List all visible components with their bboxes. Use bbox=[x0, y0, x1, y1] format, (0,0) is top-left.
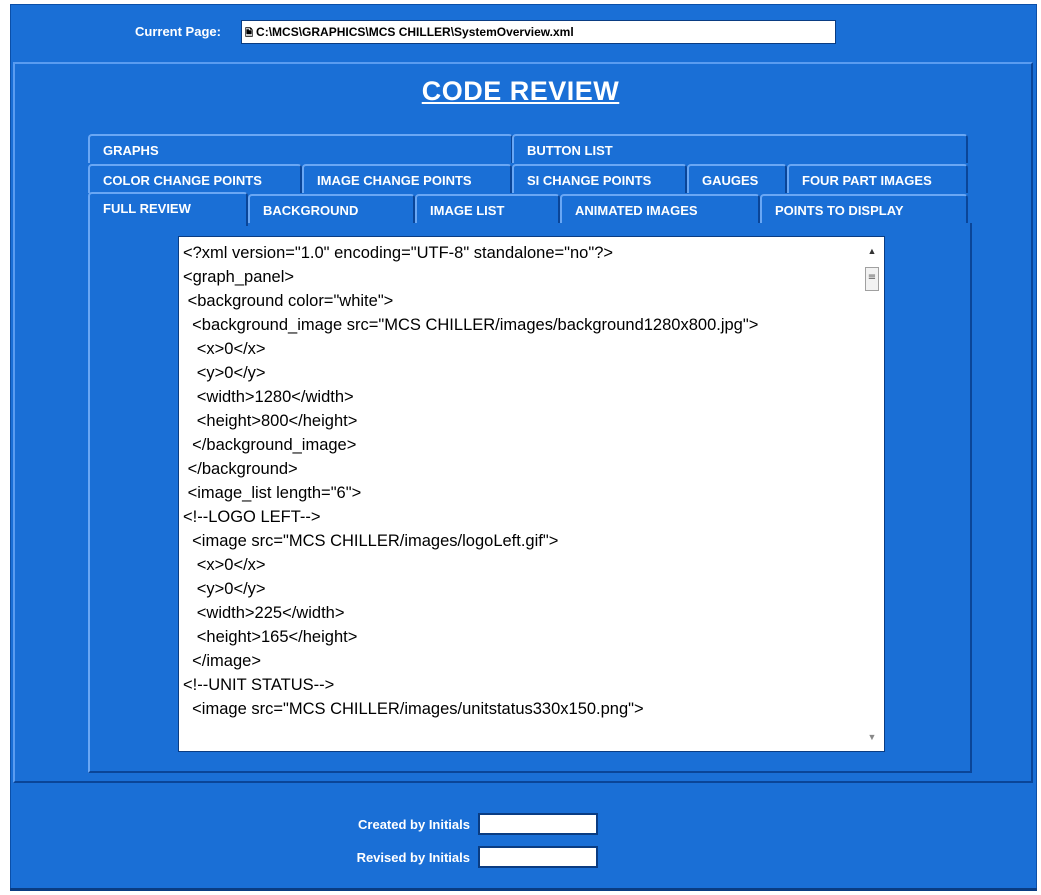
scroll-down-arrow-icon[interactable]: ▼ bbox=[860, 729, 884, 745]
created-by-initials-label: Created by Initials bbox=[358, 817, 470, 832]
tab-image-list[interactable]: IMAGE LIST bbox=[415, 194, 560, 223]
tab-si-change-points[interactable]: SI CHANGE POINTS bbox=[512, 164, 687, 193]
scroll-up-arrow-icon[interactable]: ▲ bbox=[860, 243, 884, 259]
current-page-label: Current Page: bbox=[135, 24, 221, 39]
tab-color-change-points[interactable]: COLOR CHANGE POINTS bbox=[88, 164, 302, 193]
tab-button-list[interactable]: BUTTON LIST bbox=[512, 134, 968, 163]
tab-animated-images[interactable]: ANIMATED IMAGES bbox=[560, 194, 760, 223]
vertical-scrollbar[interactable]: ▲ ≡ ▼ bbox=[860, 237, 884, 751]
xml-code-text: <?xml version="1.0" encoding="UTF-8" sta… bbox=[183, 244, 759, 718]
current-page-field[interactable]: 🗎 C:\MCS\GRAPHICS\MCS CHILLER\SystemOverv… bbox=[241, 20, 836, 44]
tab-full-review[interactable]: FULL REVIEW bbox=[88, 192, 248, 226]
document-icon: 🗎 bbox=[245, 28, 254, 39]
tab-four-part-images[interactable]: FOUR PART IMAGES bbox=[787, 164, 968, 193]
tab-points-to-display[interactable]: POINTS TO DISPLAY bbox=[760, 194, 968, 223]
window-bottom-border bbox=[10, 888, 1037, 891]
current-page-path: C:\MCS\GRAPHICS\MCS CHILLER\SystemOvervi… bbox=[256, 25, 574, 39]
tab-graphs[interactable]: GRAPHS bbox=[88, 134, 513, 163]
revised-by-initials-label: Revised by Initials bbox=[356, 850, 470, 865]
tab-background[interactable]: BACKGROUND bbox=[248, 194, 415, 223]
created-by-initials-field[interactable] bbox=[478, 813, 598, 835]
revised-by-initials-field[interactable] bbox=[478, 846, 598, 868]
tab-gauges[interactable]: GAUGES bbox=[687, 164, 787, 193]
code-review-textarea[interactable]: <?xml version="1.0" encoding="UTF-8" sta… bbox=[178, 236, 885, 752]
tab-image-change-points[interactable]: IMAGE CHANGE POINTS bbox=[302, 164, 512, 193]
page-title: CODE REVIEW bbox=[421, 76, 620, 106]
scroll-thumb[interactable]: ≡ bbox=[865, 267, 879, 291]
